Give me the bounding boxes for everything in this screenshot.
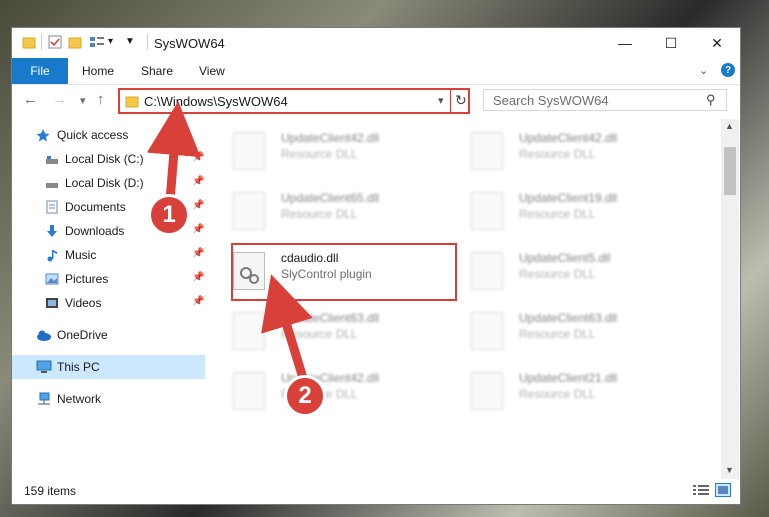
- step-1-badge: 1: [148, 194, 190, 236]
- annotation-arrows: [146, 101, 313, 380]
- arrow-1: [146, 101, 201, 201]
- arrow-2: [261, 274, 313, 380]
- step-2-badge: 2: [284, 375, 326, 417]
